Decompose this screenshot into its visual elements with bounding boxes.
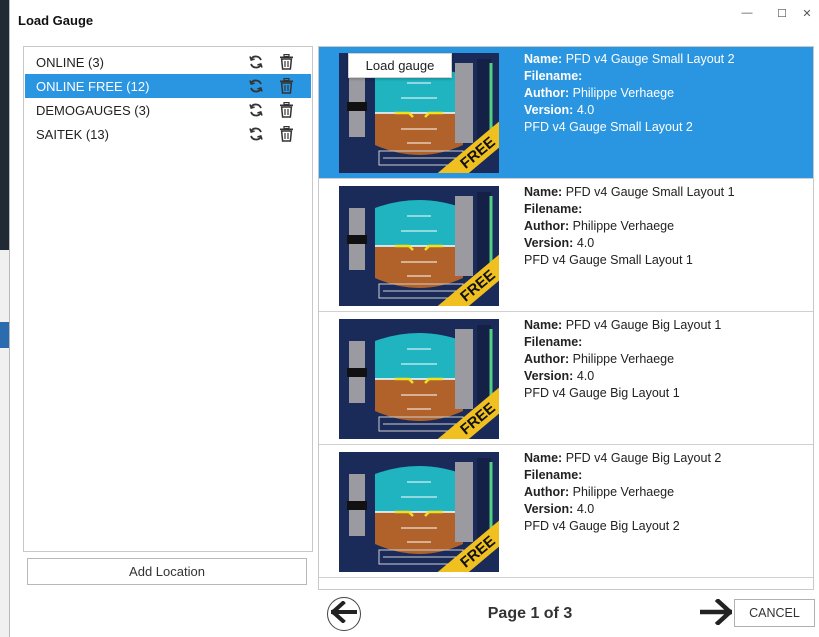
gauge-info: Name: PFD v4 Gauge Big Layout 2 Filename… [524, 450, 721, 535]
gauge-version: 4.0 [576, 103, 595, 117]
gauge-author-row: Author: Philippe Verhaege [524, 484, 721, 501]
gauge-thumbnail[interactable]: FREE [339, 186, 499, 306]
gauge-name-row: Name: PFD v4 Gauge Small Layout 2 [524, 51, 735, 68]
location-label: ONLINE FREE (12) [36, 79, 150, 94]
gauge-info: Name: PFD v4 Gauge Big Layout 1 Filename… [524, 317, 721, 402]
gauge-version: 4.0 [576, 502, 595, 516]
title-bar: Load Gauge — ☐ ✕ [10, 0, 819, 40]
gauge-author: Philippe Verhaege [572, 352, 675, 366]
version-field-label: Version: [524, 236, 574, 250]
name-field-label: Name: [524, 451, 563, 465]
gauge-version: 4.0 [576, 236, 595, 250]
gauge-name-row: Name: PFD v4 Gauge Big Layout 1 [524, 317, 721, 334]
gauge-item[interactable]: FREE Name: PFD v4 Gauge Small Layout 1 F… [319, 180, 813, 312]
dialog-title: Load Gauge [18, 13, 94, 28]
cancel-button[interactable]: CANCEL [734, 599, 815, 627]
next-page-button[interactable] [697, 597, 735, 630]
location-item-demogauges[interactable]: DEMOGAUGES (3) [25, 98, 311, 122]
gauge-item[interactable]: FREE Name: PFD v4 Gauge Big Layout 2 Fil… [319, 446, 813, 578]
gauge-name: PFD v4 Gauge Small Layout 1 [565, 185, 735, 199]
gauge-author-row: Author: Philippe Verhaege [524, 218, 735, 235]
gauge-name: PFD v4 Gauge Big Layout 2 [565, 451, 722, 465]
gauge-name: PFD v4 Gauge Big Layout 1 [565, 318, 722, 332]
author-field-label: Author: [524, 352, 570, 366]
background-window-panel [0, 250, 9, 637]
gauge-filename-row: Filename: [524, 201, 735, 218]
filename-field-label: Filename: [524, 468, 583, 482]
gauge-description: PFD v4 Gauge Small Layout 2 [524, 120, 693, 134]
gauge-name-row: Name: PFD v4 Gauge Big Layout 2 [524, 450, 721, 467]
gauge-version-row: Version: 4.0 [524, 235, 735, 252]
filename-field-label: Filename: [524, 335, 583, 349]
minimize-button[interactable]: — [738, 7, 756, 23]
trash-icon[interactable] [277, 125, 295, 143]
gauge-version-row: Version: 4.0 [524, 501, 721, 518]
background-window-strip [0, 0, 9, 637]
name-field-label: Name: [524, 185, 563, 199]
gauge-description: PFD v4 Gauge Big Layout 1 [524, 386, 680, 400]
page-indicator: Page 1 of 3 [487, 605, 573, 622]
gauge-filename-row: Filename: [524, 334, 721, 351]
version-field-label: Version: [524, 502, 574, 516]
gauge-filename-row: Filename: [524, 68, 735, 85]
close-button[interactable]: ✕ [798, 7, 816, 23]
version-field-label: Version: [524, 103, 574, 117]
gauge-author-row: Author: Philippe Verhaege [524, 351, 721, 368]
arrow-right-icon [699, 597, 734, 630]
gauge-info: Name: PFD v4 Gauge Small Layout 2 Filena… [524, 51, 735, 136]
location-item-online-free[interactable]: ONLINE FREE (12) [25, 74, 311, 98]
trash-icon[interactable] [277, 101, 295, 119]
add-location-button[interactable]: Add Location [27, 558, 307, 585]
location-label: SAITEK (13) [36, 127, 109, 142]
load-gauge-tooltip: Load gauge [348, 53, 452, 78]
previous-page-button[interactable] [327, 597, 361, 631]
gauge-thumbnail[interactable]: FREE [339, 452, 499, 572]
gauge-list: FREE Name: PFD v4 Gauge Small Layout 2 F… [318, 46, 814, 590]
gauge-author: Philippe Verhaege [572, 219, 675, 233]
gauge-thumbnail[interactable]: FREE [339, 319, 499, 439]
filename-field-label: Filename: [524, 202, 583, 216]
gauge-version-row: Version: 4.0 [524, 368, 721, 385]
gauge-author: Philippe Verhaege [572, 485, 675, 499]
gauge-description: PFD v4 Gauge Small Layout 1 [524, 253, 693, 267]
trash-icon[interactable] [277, 77, 295, 95]
gauge-version: 4.0 [576, 369, 595, 383]
gauge-info: Name: PFD v4 Gauge Small Layout 1 Filena… [524, 184, 735, 269]
gauge-author-row: Author: Philippe Verhaege [524, 85, 735, 102]
name-field-label: Name: [524, 318, 563, 332]
gauge-version-row: Version: 4.0 [524, 102, 735, 119]
refresh-icon[interactable] [247, 77, 265, 95]
gauge-name: PFD v4 Gauge Small Layout 2 [565, 52, 735, 66]
location-item-saitek[interactable]: SAITEK (13) [25, 122, 311, 146]
arrow-left-icon [330, 599, 357, 628]
background-window-highlight [0, 322, 9, 348]
gauge-author: Philippe Verhaege [572, 86, 675, 100]
gauge-filename-row: Filename: [524, 467, 721, 484]
refresh-icon[interactable] [247, 125, 265, 143]
author-field-label: Author: [524, 219, 570, 233]
gauge-name-row: Name: PFD v4 Gauge Small Layout 1 [524, 184, 735, 201]
name-field-label: Name: [524, 52, 563, 66]
author-field-label: Author: [524, 485, 570, 499]
gauge-description: PFD v4 Gauge Big Layout 2 [524, 519, 680, 533]
trash-icon[interactable] [277, 53, 295, 71]
location-label: ONLINE (3) [36, 55, 104, 70]
filename-field-label: Filename: [524, 69, 583, 83]
maximize-button[interactable]: ☐ [773, 7, 791, 23]
gauge-item[interactable]: FREE Name: PFD v4 Gauge Big Layout 1 Fil… [319, 313, 813, 445]
location-list: ONLINE (3) ONLINE FREE (12) DEMOGAUGES (… [23, 46, 313, 552]
location-label: DEMOGAUGES (3) [36, 103, 151, 118]
refresh-icon[interactable] [247, 101, 265, 119]
load-gauge-dialog: Load Gauge — ☐ ✕ ONLINE (3) ONLINE FREE … [9, 0, 819, 637]
version-field-label: Version: [524, 369, 574, 383]
location-item-online[interactable]: ONLINE (3) [25, 50, 311, 74]
refresh-icon[interactable] [247, 53, 265, 71]
author-field-label: Author: [524, 86, 570, 100]
